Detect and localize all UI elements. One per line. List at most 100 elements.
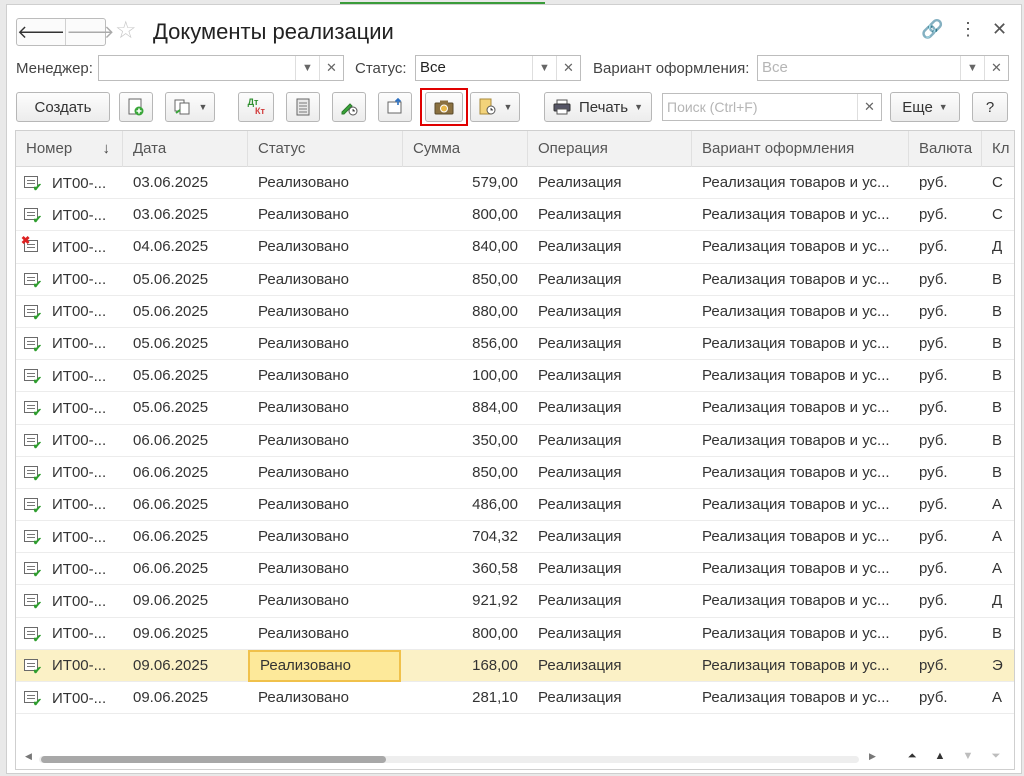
column-header-sum[interactable]: Сумма xyxy=(403,131,528,167)
cell-number[interactable]: ✔ ИТ00-... xyxy=(16,585,123,617)
cell-operation[interactable]: Реализация xyxy=(528,425,692,457)
cell-client[interactable]: А xyxy=(982,553,1014,585)
scroll-to-bottom-icon[interactable]: ⏷ xyxy=(983,746,1009,766)
clear-icon[interactable]: ✕ xyxy=(319,56,343,80)
table-row[interactable]: ✔ ИТ00-... 06.06.2025 Реализовано 486,00 Реал… xyxy=(16,489,1014,522)
cell-client[interactable]: В xyxy=(982,457,1014,489)
search-field[interactable]: ✕ xyxy=(662,93,882,121)
cell-currency[interactable]: руб. xyxy=(909,231,982,263)
cell-client[interactable]: А xyxy=(982,521,1014,553)
table-row[interactable]: ✔ ИТ00-... 03.06.2025 Реализовано 800,00 Реал… xyxy=(16,199,1014,232)
cell-date[interactable]: 05.06.2025 xyxy=(123,296,248,328)
link-icon[interactable]: 🔗 xyxy=(921,19,943,40)
cell-variant[interactable]: Реализация товаров и ус... xyxy=(692,618,909,650)
cell-date[interactable]: 05.06.2025 xyxy=(123,328,248,360)
cell-sum[interactable]: 800,00 xyxy=(403,618,528,650)
cell-date[interactable]: 06.06.2025 xyxy=(123,489,248,521)
cell-variant[interactable]: Реализация товаров и ус... xyxy=(692,650,909,682)
cell-currency[interactable]: руб. xyxy=(909,682,982,714)
cell-currency[interactable]: руб. xyxy=(909,618,982,650)
cell-operation[interactable]: Реализация xyxy=(528,199,692,231)
cell-client[interactable]: В xyxy=(982,618,1014,650)
cell-currency[interactable]: руб. xyxy=(909,457,982,489)
cell-operation[interactable]: Реализация xyxy=(528,585,692,617)
table-row[interactable]: ✔ ИТ00-... 03.06.2025 Реализовано 579,00 Реал… xyxy=(16,167,1014,200)
chevron-down-icon[interactable]: ▼ xyxy=(532,56,556,80)
table-row[interactable]: ✖ ИТ00-... 04.06.2025 Реализовано 840,00 Реал… xyxy=(16,231,1014,264)
column-header-number[interactable]: Номер ↓ xyxy=(16,131,123,167)
cell-operation[interactable]: Реализация xyxy=(528,328,692,360)
cell-client[interactable]: В xyxy=(982,392,1014,424)
cell-status[interactable]: Реализовано xyxy=(248,392,403,424)
cell-sum[interactable]: 486,00 xyxy=(403,489,528,521)
cell-variant[interactable]: Реализация товаров и ус... xyxy=(692,489,909,521)
manager-value[interactable] xyxy=(99,56,295,80)
table-row[interactable]: ✔ ИТ00-... 06.06.2025 Реализовано 850,00 Реал… xyxy=(16,457,1014,489)
back-arrow-icon[interactable]: 🡐 xyxy=(17,19,67,45)
status-value[interactable]: Все xyxy=(416,56,532,80)
cell-number[interactable]: ✔ ИТ00-... xyxy=(16,521,123,553)
cell-operation[interactable]: Реализация xyxy=(528,231,692,263)
cell-sum[interactable]: 800,00 xyxy=(403,199,528,231)
dt-kt-button[interactable]: Дт Кт xyxy=(238,92,274,122)
cell-date[interactable]: 03.06.2025 xyxy=(123,167,248,199)
cell-date[interactable]: 03.06.2025 xyxy=(123,199,248,231)
cell-currency[interactable]: руб. xyxy=(909,585,982,617)
cell-client[interactable]: В xyxy=(982,360,1014,392)
attachments-button[interactable]: ▼ xyxy=(470,92,520,122)
cell-variant[interactable]: Реализация товаров и ус... xyxy=(692,264,909,296)
manager-field[interactable]: ▼ ✕ xyxy=(98,55,344,81)
cell-number[interactable]: ✔ ИТ00-... xyxy=(16,682,123,714)
cell-number[interactable]: ✔ ИТ00-... xyxy=(16,167,123,199)
more-vertical-icon[interactable]: ⋮ xyxy=(959,19,977,40)
column-header-client[interactable]: Кл xyxy=(982,131,1014,167)
scroll-left-icon[interactable]: ◀ xyxy=(25,751,32,762)
create-button[interactable]: Создать xyxy=(16,92,110,122)
table-row[interactable]: ✔ ИТ00-... 05.06.2025 Реализовано 850,00 Реал… xyxy=(16,264,1014,296)
help-button[interactable]: ? xyxy=(972,92,1008,122)
cell-client[interactable]: В xyxy=(982,264,1014,296)
table-row[interactable]: ✔ ИТ00-... 09.06.2025 Реализовано 800,00 Реал… xyxy=(16,618,1014,650)
cell-sum[interactable]: 350,00 xyxy=(403,425,528,457)
cell-operation[interactable]: Реализация xyxy=(528,167,692,199)
cell-status[interactable]: Реализовано xyxy=(248,521,403,553)
cell-status[interactable]: Реализовано xyxy=(248,264,403,296)
cell-sum[interactable]: 168,00 xyxy=(403,650,528,682)
clear-icon[interactable]: ✕ xyxy=(984,56,1008,80)
cell-sum[interactable]: 850,00 xyxy=(403,457,528,489)
cell-status[interactable]: Реализовано xyxy=(248,489,403,521)
column-header-operation[interactable]: Операция xyxy=(528,131,692,167)
cell-date[interactable]: 06.06.2025 xyxy=(123,457,248,489)
cell-number[interactable]: ✔ ИТ00-... xyxy=(16,650,123,682)
horizontal-scrollbar[interactable]: ◀ ▶ xyxy=(21,751,877,765)
cell-status[interactable]: Реализовано xyxy=(248,682,403,714)
cell-currency[interactable]: руб. xyxy=(909,650,982,682)
cell-variant[interactable]: Реализация товаров и ус... xyxy=(692,360,909,392)
table-row[interactable]: ✔ ИТ00-... 06.06.2025 Реализовано 704,32 Реал… xyxy=(16,521,1014,554)
cell-operation[interactable]: Реализация xyxy=(528,264,692,296)
table-row[interactable]: ✔ ИТ00-... 05.06.2025 Реализовано 100,00 Реал… xyxy=(16,360,1014,393)
table-row[interactable]: ✔ ИТ00-... 09.06.2025 Реализовано 168,00 Реал… xyxy=(16,649,1014,682)
cell-date[interactable]: 09.06.2025 xyxy=(123,618,248,650)
cell-number[interactable]: ✔ ИТ00-... xyxy=(16,328,123,360)
cell-number[interactable]: ✔ ИТ00-... xyxy=(16,296,123,328)
column-header-currency[interactable]: Валюта xyxy=(909,131,982,167)
cell-client[interactable]: В xyxy=(982,425,1014,457)
cell-status[interactable]: Реализовано xyxy=(248,360,403,392)
table-row[interactable]: ✔ ИТ00-... 09.06.2025 Реализовано 281,10 Реал… xyxy=(16,682,1014,715)
cell-sum[interactable]: 856,00 xyxy=(403,328,528,360)
scroll-thumb[interactable] xyxy=(41,756,386,763)
cell-currency[interactable]: руб. xyxy=(909,521,982,553)
cell-date[interactable]: 06.06.2025 xyxy=(123,521,248,553)
cell-client[interactable]: С xyxy=(982,199,1014,231)
cell-currency[interactable]: руб. xyxy=(909,425,982,457)
cell-number[interactable]: ✔ ИТ00-... xyxy=(16,360,123,392)
cell-sum[interactable]: 880,00 xyxy=(403,296,528,328)
cell-currency[interactable]: руб. xyxy=(909,199,982,231)
cell-number[interactable]: ✔ ИТ00-... xyxy=(16,618,123,650)
scroll-down-icon[interactable]: ▼ xyxy=(955,746,981,766)
cell-sum[interactable]: 840,00 xyxy=(403,231,528,263)
column-header-date[interactable]: Дата xyxy=(123,131,248,167)
cell-client[interactable]: Д xyxy=(982,231,1014,263)
column-header-variant[interactable]: Вариант оформления xyxy=(692,131,909,167)
